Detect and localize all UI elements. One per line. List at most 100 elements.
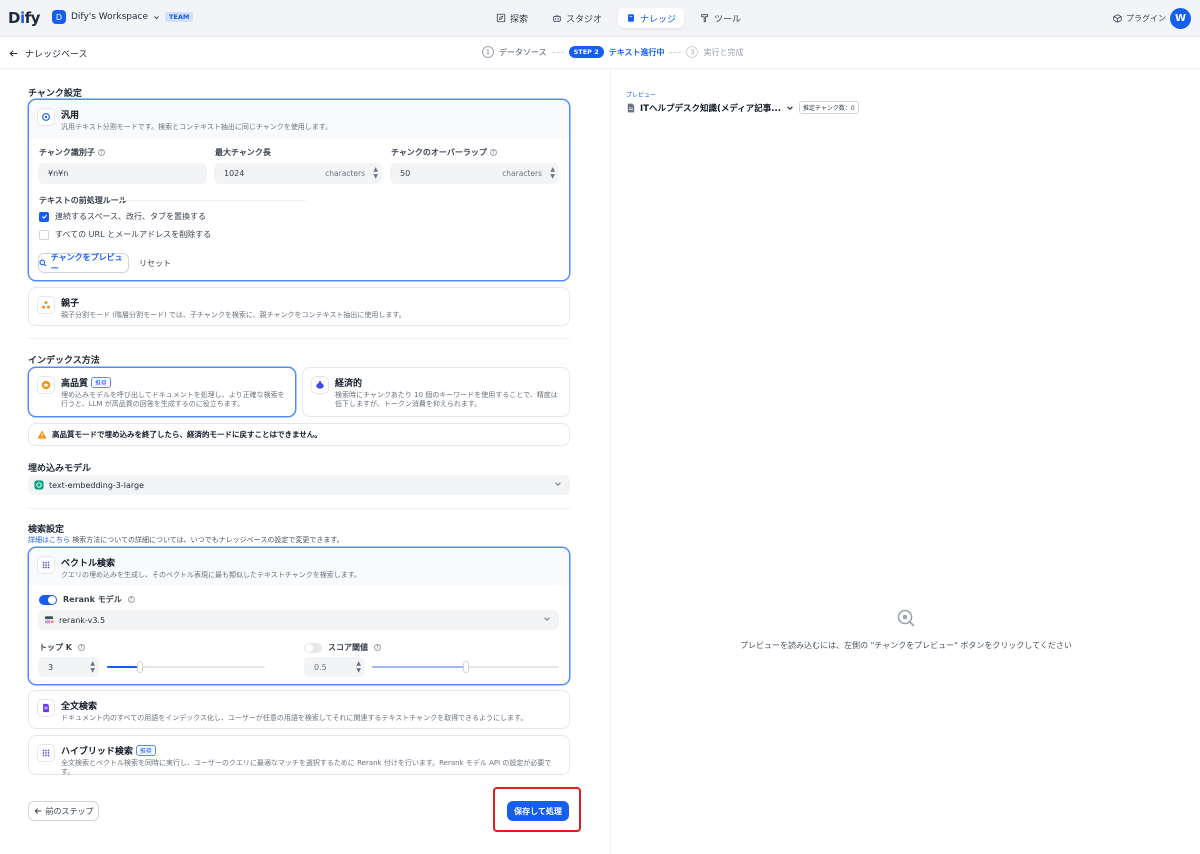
workspace-switcher[interactable]: D Dify's Workspace TEAM	[52, 10, 194, 24]
topk-slider-fill	[107, 666, 141, 668]
cube-icon	[1113, 14, 1122, 23]
stepper-icon[interactable]: ▲ ▼	[550, 166, 555, 180]
fulltext-search-card[interactable]: 全文検索 ドキュメント内のすべての用語をインデックス化し、ユーザーが任意の用語を…	[28, 690, 570, 729]
rule-replace-spaces[interactable]: 連続するスペース、改行、タブを置換する	[39, 211, 206, 222]
general-title: 汎用	[61, 111, 80, 121]
general-settings-icon	[37, 108, 55, 126]
user-avatar[interactable]: W	[1170, 8, 1191, 29]
fulltext-search-desc: ドキュメント内のすべての用語をインデックス化し、ユーザーが任意の用語を検索してそ…	[61, 714, 528, 722]
max-chunk-length-input[interactable]: 1024 characters ▲ ▼	[214, 163, 382, 184]
rerank-toggle[interactable]	[39, 594, 57, 605]
index-high-quality-card[interactable]: 高品質 推奨 埋め込みモデルを呼び出してドキュメントを処理し、より正確な検索を行う…	[28, 367, 296, 417]
main-nav: 探索 スタジオ ナレッジ ツール	[488, 8, 749, 28]
nav-explore[interactable]: 探索	[488, 8, 536, 28]
delimiter-input[interactable]: ¥n¥n	[38, 163, 207, 184]
overlap-unit: characters	[502, 169, 542, 178]
help-icon[interactable]: ?	[77, 644, 85, 651]
nav-studio-label: スタジオ	[566, 14, 603, 25]
warning-icon	[37, 430, 47, 439]
embedding-model-select[interactable]: text-embedding-3-large	[28, 475, 570, 495]
stepper-icon[interactable]: ▲ ▼	[356, 660, 361, 674]
topk-input[interactable]: 3 ▲ ▼	[38, 657, 99, 677]
high-quality-desc: 埋め込みモデルを呼び出してドキュメントを処理し、より正確な検索を行うと、LLM …	[61, 391, 285, 409]
book-icon	[628, 14, 634, 22]
score-slider-handle[interactable]	[462, 661, 469, 673]
rerank-model-row: Rerank モデル ?	[39, 594, 135, 605]
score-threshold-row: スコア閾値 ?	[304, 642, 381, 653]
nav-studio[interactable]: スタジオ	[544, 8, 610, 28]
hybrid-search-card[interactable]: ハイブリッド検索 推奨 全文検索とベクトル検索を同時に実行し、ユーザーのクエリに最…	[28, 735, 570, 776]
preview-label: プレビュー	[626, 92, 657, 99]
rule-replace-spaces-label: 連続するスペース、改行、タブを置換する	[55, 212, 207, 221]
preview-chunk-button[interactable]: チャンクをプレビュー	[38, 253, 129, 273]
max-chunk-length-label: 最大チャンク長	[215, 148, 271, 157]
help-icon[interactable]: ?	[97, 149, 105, 156]
overlap-value: 50	[400, 169, 411, 178]
section-divider	[28, 508, 570, 509]
help-icon[interactable]: ?	[374, 644, 381, 651]
topk-slider[interactable]	[107, 661, 265, 673]
nav-tools[interactable]: ツール	[692, 8, 749, 28]
checkbox-unchecked[interactable]	[39, 229, 49, 240]
parent-child-desc: 親子分割モード (階層分割モード) では、子チャンクを検索に、親チャンクをコンテ…	[61, 311, 406, 319]
recommended-badge: 推奨	[91, 377, 112, 388]
index-economy-card[interactable]: 経済的 検索時にチャンクあたり 10 個のキーワードを使用することで、精度は低下…	[302, 367, 570, 417]
rule-remove-urls[interactable]: すべての URL とメールアドレスを削除する	[39, 229, 211, 240]
arrow-left-icon	[9, 50, 18, 57]
top-bar: Dify D Dify's Workspace TEAM 探索 スタジオ ナレッ…	[0, 0, 1200, 37]
sub-header: ナレッジベース 1 データソース STEP 2 テキスト進行中 3 実行と完成	[0, 37, 1200, 69]
help-icon[interactable]: ?	[489, 149, 497, 156]
delimiter-value: ¥n¥n	[48, 169, 69, 178]
topk-label-row: トップ K ?	[39, 642, 85, 653]
step-3-number: 3	[686, 46, 699, 58]
parent-child-icon	[37, 296, 55, 314]
previous-step-label: 前のステップ	[45, 806, 94, 816]
document-search-icon	[37, 699, 55, 717]
workspace-avatar: D	[52, 10, 66, 24]
max-chunk-length-value: 1024	[224, 169, 245, 178]
stepper-icon[interactable]: ▲ ▼	[90, 660, 95, 674]
score-threshold-slider[interactable]	[372, 661, 559, 673]
back-to-knowledge[interactable]: ナレッジベース	[9, 47, 88, 60]
preview-search-icon	[897, 609, 915, 627]
reset-button[interactable]: リセット	[135, 253, 175, 273]
index-warning: 高品質モードで埋め込みを終了したら、経済的モードに戻すことはできません。	[28, 423, 570, 446]
chunk-parent-child-card[interactable]: 親子 親子分割モード (階層分割モード) では、子チャンクを検索に、親チャンクを…	[28, 287, 570, 326]
recommended-badge: 推奨	[135, 745, 156, 756]
max-chunk-length-unit: characters	[325, 169, 365, 178]
nav-knowledge[interactable]: ナレッジ	[618, 8, 685, 28]
learn-more-link[interactable]: 詳細はこちら	[28, 536, 70, 544]
previous-step-button[interactable]: 前のステップ	[28, 801, 99, 821]
vector-search-title: ベクトル検索	[61, 559, 116, 569]
arrow-left-icon	[34, 808, 41, 814]
retrieval-hint: 詳細はこちら 検索方法についての詳細については、いつでもナレッジベースの設定で変…	[28, 535, 344, 545]
topk-slider-handle[interactable]	[137, 661, 144, 673]
rerank-model-select[interactable]: rerank-v3.5	[38, 610, 559, 630]
chevron-down-icon	[787, 105, 793, 110]
overlap-input[interactable]: 50 characters ▲ ▼	[390, 163, 559, 184]
preview-document-selector[interactable]: ITヘルプデスク知識(メディア記事... 推定チャンク数：0	[627, 101, 859, 114]
score-threshold-toggle[interactable]	[304, 642, 322, 653]
plugin-button[interactable]: プラグイン	[1113, 13, 1166, 24]
back-label: ナレッジベース	[25, 50, 88, 60]
preview-panel: プレビュー ITヘルプデスク知識(メディア記事... 推定チャンク数：0 プレビ…	[610, 69, 1200, 854]
rerank-model-value: rerank-v3.5	[59, 615, 106, 625]
score-threshold-input[interactable]: 0.5 ▲ ▼	[304, 657, 365, 677]
compass-icon	[496, 13, 506, 23]
checkbox-checked[interactable]	[39, 211, 49, 222]
score-threshold-label: スコア閾値	[328, 643, 368, 652]
stepper-icon[interactable]: ▲ ▼	[373, 166, 378, 180]
nav-tools-label: ツール	[714, 14, 742, 25]
embedding-model-title: 埋め込みモデル	[28, 464, 92, 474]
economy-desc: 検索時にチャンクあたり 10 個のキーワードを使用することで、精度は低下しますが…	[335, 391, 558, 409]
chunk-settings-title: チャンク設定	[28, 89, 82, 99]
step-indicator: 1 データソース STEP 2 テキスト進行中 3 実行と完成	[482, 46, 743, 58]
high-quality-title: 高品質	[61, 379, 89, 389]
overlap-label: チャンクのオーバーラップ?	[391, 147, 497, 158]
dify-logo[interactable]: Dify	[8, 9, 40, 27]
general-desc: 汎用テキスト分割モードです。検索とコンテキスト抽出に同じチャンクを使用します。	[61, 123, 333, 131]
help-icon[interactable]: ?	[127, 596, 135, 603]
preprocess-rules-title: テキストの前処理ルール	[39, 196, 127, 205]
section-divider	[28, 338, 570, 339]
rules-divider	[120, 200, 306, 201]
